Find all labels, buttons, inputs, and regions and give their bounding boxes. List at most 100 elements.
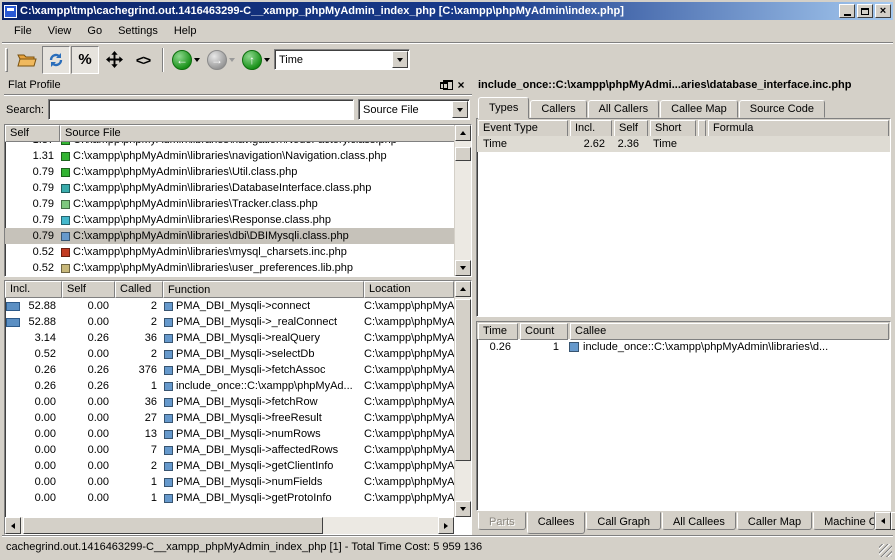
scroll-up-button[interactable] xyxy=(455,125,471,141)
source-file-row[interactable]: 0.79 C:\xampp\phpMyAdmin\libraries\dbi\D… xyxy=(5,228,454,244)
detail-bottom-tab[interactable]: All Callees xyxy=(662,512,736,530)
scroll-right-button[interactable] xyxy=(438,517,454,534)
scroll-thumb[interactable] xyxy=(23,517,323,534)
called-count-value: 1 xyxy=(115,490,163,506)
maximize-button[interactable] xyxy=(857,4,873,18)
source-file-row[interactable]: 0.79 C:\xampp\phpMyAdmin\libraries\Track… xyxy=(5,196,454,212)
cost-bar-icon xyxy=(6,318,20,327)
source-file-row[interactable]: 0.79 C:\xampp\phpMyAdmin\libraries\Util.… xyxy=(5,164,454,180)
source-list-vscrollbar[interactable] xyxy=(454,125,471,276)
function-row[interactable]: 0.00 0.00 27 PMA_DBI_Mysqli->freeResult … xyxy=(5,410,454,426)
source-file-row[interactable]: 0.52 C:\xampp\phpMyAdmin\libraries\user_… xyxy=(5,260,454,276)
function-row[interactable]: 52.88 0.00 2 PMA_DBI_Mysqli->connect C:\… xyxy=(5,298,454,314)
column-header-incl[interactable]: Incl. xyxy=(570,120,612,137)
forward-button[interactable]: → xyxy=(204,50,238,70)
function-icon xyxy=(164,430,173,439)
column-header-self[interactable]: Self xyxy=(5,125,60,142)
source-file-row[interactable]: 1.31 C:\xampp\phpMyAdmin\libraries\navig… xyxy=(5,148,454,164)
source-file-row[interactable]: 0.79 C:\xampp\phpMyAdmin\libraries\Datab… xyxy=(5,180,454,196)
detail-bottom-tab[interactable]: Callees xyxy=(527,512,586,534)
tab-scroll-right-button[interactable] xyxy=(891,512,895,530)
scroll-track[interactable] xyxy=(455,141,471,260)
event-type-dropdown-button[interactable] xyxy=(392,51,408,68)
close-button[interactable]: × xyxy=(875,4,891,18)
function-row[interactable]: 0.52 0.00 2 PMA_DBI_Mysqli->selectDb C:\… xyxy=(5,346,454,362)
callee-row[interactable]: 0.26 1 include_once::C:\xampp\phpMyAdmin… xyxy=(477,339,890,355)
function-row[interactable]: 0.26 0.26 376 PMA_DBI_Mysqli->fetchAssoc… xyxy=(5,362,454,378)
scroll-down-button[interactable] xyxy=(455,501,471,517)
source-file-row[interactable]: 0.52 C:\xampp\phpMyAdmin\libraries\mysql… xyxy=(5,244,454,260)
column-header-callee[interactable]: Callee xyxy=(570,323,889,340)
scroll-left-button[interactable] xyxy=(5,517,21,534)
dock-float-button[interactable] xyxy=(437,79,451,92)
back-dropdown-icon[interactable] xyxy=(194,58,200,62)
scroll-track[interactable] xyxy=(21,517,438,534)
detail-tab[interactable]: Types xyxy=(478,97,529,119)
function-list-vscrollbar[interactable] xyxy=(454,281,471,517)
dock-title-bar[interactable]: Flat Profile × xyxy=(4,76,472,95)
function-row[interactable]: 52.88 0.00 2 PMA_DBI_Mysqli->_realConnec… xyxy=(5,314,454,330)
detail-bottom-tab[interactable]: Parts xyxy=(478,512,526,530)
pan-button[interactable] xyxy=(100,46,128,74)
toolbar-handle[interactable] xyxy=(5,48,8,72)
scroll-thumb[interactable] xyxy=(455,299,471,461)
function-row[interactable]: 0.00 0.00 7 PMA_DBI_Mysqli->affectedRows… xyxy=(5,442,454,458)
column-header-formula[interactable]: Formula xyxy=(708,120,889,137)
refresh-button[interactable] xyxy=(42,46,70,74)
detail-tab[interactable]: All Callers xyxy=(588,100,660,118)
menu-item[interactable]: Help xyxy=(166,23,205,39)
open-file-button[interactable] xyxy=(13,46,41,74)
minimize-button[interactable] xyxy=(839,4,855,18)
menu-item[interactable]: Settings xyxy=(110,23,166,39)
column-header-incl[interactable]: Incl. xyxy=(5,281,62,298)
back-button[interactable]: ← xyxy=(169,50,203,70)
menu-item[interactable]: File xyxy=(6,23,40,39)
column-header-event-type[interactable]: Event Type xyxy=(478,120,568,137)
menu-item[interactable]: Go xyxy=(79,23,110,39)
function-row[interactable]: 0.00 0.00 1 PMA_DBI_Mysqli->numFields C:… xyxy=(5,474,454,490)
column-header-self[interactable]: Self xyxy=(62,281,115,298)
detail-tab[interactable]: Callers xyxy=(530,100,586,118)
detail-tab[interactable]: Source Code xyxy=(739,100,825,118)
tab-scroll-left-button[interactable] xyxy=(875,512,891,530)
column-header-self[interactable]: Self xyxy=(614,120,648,137)
function-row[interactable]: 0.00 0.00 1 PMA_DBI_Mysqli->getProtoInfo… xyxy=(5,490,454,506)
self-cost-value: 0.79 xyxy=(5,228,60,244)
group-by-select[interactable]: Source File xyxy=(358,99,470,120)
function-row[interactable]: 0.26 0.26 1 include_once::C:\xampp\phpMy… xyxy=(5,378,454,394)
up-dropdown-icon[interactable] xyxy=(264,58,270,62)
column-header-location[interactable]: Location xyxy=(364,281,454,298)
function-row[interactable]: 3.14 0.26 36 PMA_DBI_Mysqli->realQuery C… xyxy=(5,330,454,346)
group-by-dropdown-button[interactable] xyxy=(452,101,468,118)
column-header-short[interactable]: Short xyxy=(650,120,696,137)
scroll-down-button[interactable] xyxy=(455,260,471,276)
function-row[interactable]: 0.00 0.00 36 PMA_DBI_Mysqli->fetchRow C:… xyxy=(5,394,454,410)
percent-toggle-button[interactable]: % xyxy=(71,46,99,74)
detail-bottom-tab[interactable]: Caller Map xyxy=(737,512,812,530)
search-input[interactable] xyxy=(48,99,354,120)
column-header-time[interactable]: Time xyxy=(478,323,518,340)
event-type-row[interactable]: Time 2.62 2.36 Time xyxy=(477,136,890,152)
column-header-count[interactable]: Count xyxy=(520,323,568,340)
detail-bottom-tab[interactable]: Machine C xyxy=(813,512,875,530)
scroll-thumb[interactable] xyxy=(455,147,471,161)
column-header-function[interactable]: Function xyxy=(163,281,364,298)
column-header-called[interactable]: Called xyxy=(115,281,163,298)
detail-tab[interactable]: Callee Map xyxy=(660,100,738,118)
event-type-select[interactable]: Time xyxy=(274,49,410,70)
relative-cost-button[interactable]: <> xyxy=(129,46,157,74)
function-list-hscrollbar[interactable] xyxy=(5,517,454,534)
detail-bottom-tab[interactable]: Call Graph xyxy=(586,512,661,530)
title-bar[interactable]: C:\xampp\tmp\cachegrind.out.1416463299-C… xyxy=(2,2,893,20)
menu-item[interactable]: View xyxy=(40,23,80,39)
source-file-path: C:\xampp\phpMyAdmin\libraries\Util.class… xyxy=(73,164,454,180)
up-button[interactable]: ↑ xyxy=(239,50,273,70)
dock-close-button[interactable]: × xyxy=(454,79,468,92)
function-row[interactable]: 0.00 0.00 13 PMA_DBI_Mysqli->numRows C:\… xyxy=(5,426,454,442)
function-row[interactable]: 0.00 0.00 2 PMA_DBI_Mysqli->getClientInf… xyxy=(5,458,454,474)
scroll-track[interactable] xyxy=(455,297,471,501)
source-file-row[interactable]: 0.79 C:\xampp\phpMyAdmin\libraries\Respo… xyxy=(5,212,454,228)
resize-grip-icon[interactable] xyxy=(879,544,892,557)
scroll-up-button[interactable] xyxy=(455,281,471,297)
column-header-source-file[interactable]: Source File xyxy=(60,125,471,142)
